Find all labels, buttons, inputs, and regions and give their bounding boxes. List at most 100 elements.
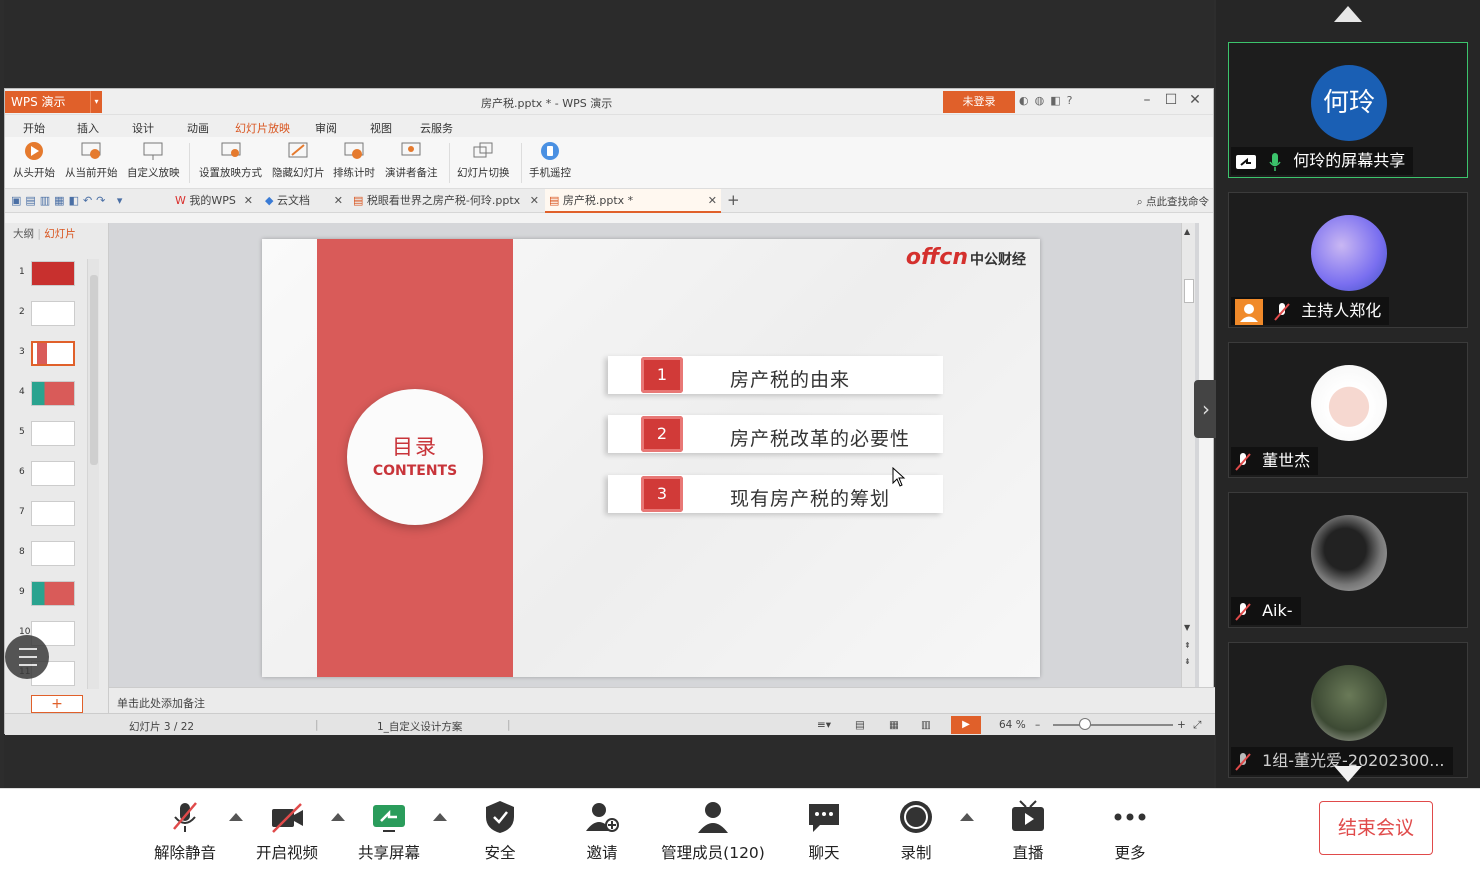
divider: | [507,719,511,731]
tab-cloud[interactable]: 云服务 [420,120,453,136]
zoom-slider[interactable] [1053,724,1173,726]
tab-animation[interactable]: 动画 [187,120,209,136]
invite-button[interactable]: 邀请 [574,799,630,863]
tab-insert[interactable]: 插入 [77,120,99,136]
participant-tile[interactable]: 主持人郑化 [1228,192,1468,328]
slide-scrollbar[interactable]: ▲ ▼ ⇞ ⇟ [1181,223,1195,687]
manage-members-button[interactable]: 管理成员(120) [658,799,768,863]
rehearse-timing-button[interactable]: 排练计时 [333,141,375,180]
custom-show-button[interactable]: 自定义放映 [127,141,180,180]
title-tool-icons[interactable]: ◐◍◧? [1019,94,1078,107]
slide-thumbnail[interactable]: 2 [5,299,87,329]
notes-toggle-icon[interactable]: ≡▾ [817,719,831,731]
floating-menu-button[interactable] [5,635,49,679]
play-slideshow-button[interactable]: ▶ [951,716,981,734]
chevron-up-icon[interactable] [433,813,447,821]
scroll-thumb[interactable] [1184,279,1194,303]
start-video-button[interactable]: 开启视频 [252,799,322,863]
close-icon[interactable]: ✕ [1183,92,1207,108]
thumb-image [31,581,75,606]
zoom-slider-knob[interactable] [1079,718,1091,730]
current-slide[interactable]: 目录 CONTENTS offcn 中公财经 1 房产税的由来 2 房产税改革的必… [262,239,1040,677]
more-button[interactable]: 更多 [1102,799,1158,863]
quick-access-icons[interactable]: ▣▤▥▦◧↶↷ ▾ [11,194,126,207]
zoom-in-icon[interactable]: + [1177,719,1186,731]
scroll-thumb[interactable] [90,275,98,465]
tab-doc-property-tax[interactable]: ▤ 房产税.pptx * ✕ [545,189,721,213]
chevron-down-icon[interactable]: ▾ [90,91,102,113]
thumbnail-scrollbar[interactable] [87,259,99,689]
wps-app-menu-button[interactable]: WPS 演示 ▾ [5,91,102,113]
slide-thumbnail[interactable]: 9 [5,579,87,609]
chevron-up-icon[interactable] [331,813,345,821]
zoom-out-icon[interactable]: – [1035,719,1040,731]
slide-thumbnail[interactable]: 7 [5,499,87,529]
scroll-down-icon[interactable] [1334,766,1362,782]
participant-tile[interactable]: Aik- [1228,492,1468,628]
end-meeting-button[interactable]: 结束会议 [1319,801,1433,855]
scroll-up-icon[interactable] [1334,6,1362,22]
scroll-up-icon[interactable]: ▲ [1184,227,1190,236]
start-from-current-button[interactable]: 从当前开始 [65,141,118,180]
notes-field[interactable]: 单击此处添加备注 [109,687,1215,713]
close-icon[interactable]: ✕ [334,189,343,212]
hide-slide-button[interactable]: 隐藏幻灯片 [272,141,325,180]
scroll-down-icon[interactable]: ▼ [1184,623,1190,632]
chat-button[interactable]: 聊天 [796,799,852,863]
share-screen-button[interactable]: 共享屏幕 [354,799,424,863]
participant-tile[interactable]: 董世杰 [1228,342,1468,478]
chevron-up-icon[interactable] [229,813,243,821]
participant-tile[interactable]: 1组-董光爱-20202300... [1228,642,1468,778]
add-slide-button[interactable]: + [31,695,83,713]
phone-remote-button[interactable]: 手机遥控 [529,141,571,180]
thumb-number: 5 [19,427,25,437]
tab-cloud-docs[interactable]: ◆ 云文档 ✕ [261,189,347,213]
tab-view[interactable]: 视图 [370,120,392,136]
new-tab-icon[interactable]: + [727,191,740,209]
normal-view-icon[interactable]: ▤ [855,719,865,731]
record-button[interactable]: 录制 [888,799,944,863]
tab-review[interactable]: 审阅 [315,120,337,136]
participant-tile[interactable]: 何玲 何玲的屏幕共享 [1228,42,1468,178]
shield-icon [486,801,514,833]
tab-home[interactable]: 开始 [23,120,45,136]
slide-transition-button[interactable]: 幻灯片切换 [457,141,510,180]
projector-icon [143,142,163,160]
close-icon[interactable]: ✕ [708,189,717,212]
slide-thumbnail-selected[interactable]: 3 [5,339,87,369]
security-button[interactable]: 安全 [472,799,528,863]
reading-view-icon[interactable]: ▥ [921,719,931,731]
tab-slides[interactable]: 幻灯片 [44,228,76,240]
maximize-icon[interactable]: ☐ [1159,92,1183,108]
tab-my-wps[interactable]: W 我的WPS ✕ [171,189,257,213]
login-button[interactable]: 未登录 [943,91,1015,113]
tab-outline[interactable]: 大纲 [13,228,34,240]
slide-thumbnail[interactable]: 5 [5,419,87,449]
tab-doc-tax-world[interactable]: ▤ 税眼看世界之房产税-何玲.pptx ✕ [349,189,543,213]
live-stream-button[interactable]: 直播 [1000,799,1056,863]
tab-design[interactable]: 设计 [132,120,154,136]
setup-show-button[interactable]: 设置放映方式 [199,141,262,180]
slide-thumbnail[interactable]: 8 [5,539,87,569]
command-search[interactable]: ⌕ 点此查找命令 [1137,194,1209,209]
close-icon[interactable]: ✕ [244,189,253,212]
sorter-view-icon[interactable]: ▦ [889,719,899,731]
start-from-beginning-button[interactable]: 从头开始 [13,141,55,180]
presenter-notes-button[interactable]: 演讲者备注 [385,141,438,180]
avatar [1311,215,1387,291]
slide-thumbnail[interactable]: 1 [5,259,87,289]
slide-thumbnail[interactable]: 4 [5,379,87,409]
fit-window-icon[interactable]: ⤢ [1193,719,1201,732]
document-tab-bar: ▣▤▥▦◧↶↷ ▾ W 我的WPS ✕ ◆ 云文档 ✕ ▤ 税眼看世界之房产税-… [5,189,1213,213]
chevron-up-icon[interactable] [960,813,974,821]
slide-thumbnail[interactable]: 6 [5,459,87,489]
close-icon[interactable]: ✕ [530,189,539,212]
minimize-icon[interactable]: – [1135,92,1159,108]
share-panel-toggle[interactable]: › [1194,380,1218,438]
ppt-file-icon: ▤ [549,194,560,207]
ribbon-label: 幻灯片切换 [457,167,510,179]
avatar [1311,365,1387,441]
prev-slide-icon[interactable]: ⇞ [1184,641,1191,650]
unmute-button[interactable]: 解除静音 [150,799,220,863]
next-slide-icon[interactable]: ⇟ [1184,657,1191,666]
